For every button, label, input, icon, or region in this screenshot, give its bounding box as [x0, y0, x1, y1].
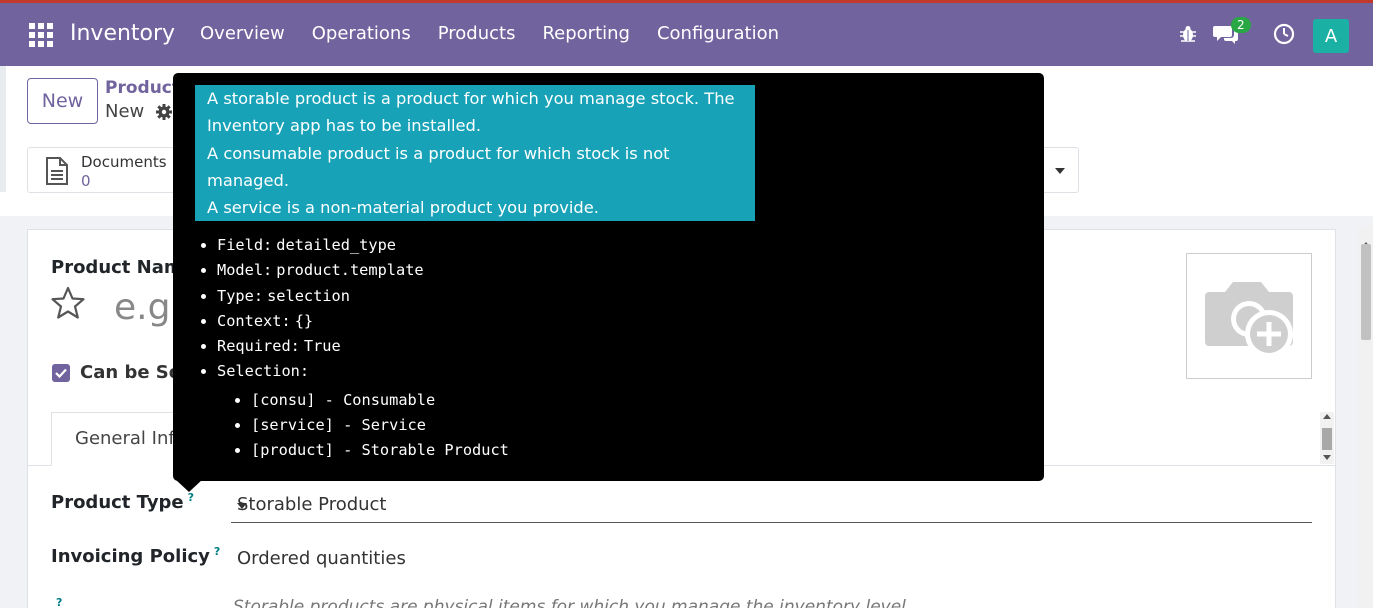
tooltip-arrow — [175, 479, 203, 492]
left-edge — [0, 66, 6, 192]
selection-item: [product] - Storable Product — [251, 438, 509, 463]
new-button[interactable]: New — [27, 78, 98, 124]
record-name: New — [105, 101, 145, 122]
invoicing-policy-value[interactable]: Ordered quantities — [237, 548, 406, 569]
camera-plus-icon — [1205, 282, 1293, 358]
meta-item: Field:detailed_type — [217, 233, 424, 258]
meta-item: Model:product.template — [217, 258, 424, 283]
help-line: A service is a non-material product you … — [207, 198, 599, 218]
help-line: managed. — [207, 170, 289, 190]
scroll-down-icon[interactable] — [1323, 455, 1331, 460]
invoicing-policy-label: Invoicing Policy? — [51, 545, 221, 567]
tabs-scrollbar[interactable] — [1320, 412, 1334, 464]
breadcrumb-product[interactable]: Product — [105, 78, 180, 98]
chevron-down-icon — [1055, 168, 1065, 174]
help-icon[interactable]: ? — [214, 545, 220, 558]
can-be-sold-checkbox[interactable] — [52, 364, 70, 382]
page-scrollbar[interactable] — [1358, 226, 1373, 608]
meta-item: Selection: — [217, 359, 424, 384]
chevron-down-icon — [237, 503, 247, 509]
app-brand[interactable]: Inventory — [70, 21, 175, 46]
clock-icon[interactable] — [1273, 23, 1295, 45]
documents-label: Documents — [81, 153, 167, 171]
help-line: A consumable product is a product for wh… — [207, 143, 670, 163]
main-menu: Overview Operations Products Reporting C… — [200, 23, 806, 44]
gear-icon[interactable] — [155, 103, 173, 121]
storable-note: Storable products are physical items for… — [233, 597, 912, 608]
selection-item: [consu] - Consumable — [251, 388, 509, 413]
field-tooltip: A storable product is a product for whic… — [173, 73, 1044, 492]
documents-count: 0 — [81, 172, 91, 190]
user-avatar[interactable]: A — [1313, 19, 1349, 53]
menu-overview[interactable]: Overview — [200, 23, 285, 44]
meta-item: Context:{} — [217, 309, 424, 334]
top-navbar: Inventory Overview Operations Products R… — [0, 0, 1373, 66]
help-icon[interactable]: ? — [188, 491, 194, 504]
product-type-value: Storable Product — [237, 494, 387, 515]
menu-configuration[interactable]: Configuration — [657, 23, 779, 44]
document-icon — [46, 157, 68, 185]
menu-reporting[interactable]: Reporting — [542, 23, 630, 44]
check-icon — [55, 368, 67, 379]
scroll-thumb[interactable] — [1361, 244, 1371, 340]
help-icon[interactable]: ? — [56, 596, 62, 608]
tooltip-help-text: A storable product is a product for whic… — [195, 85, 755, 221]
selection-item: [service] - Service — [251, 413, 509, 438]
chat-count-badge: 2 — [1231, 17, 1251, 33]
product-image-upload[interactable] — [1186, 253, 1312, 379]
meta-item: Required:True — [217, 334, 424, 359]
app-menu-icon[interactable] — [29, 23, 53, 47]
scroll-up-icon[interactable] — [1323, 414, 1331, 419]
tooltip-meta-list: Field:detailed_type Model:product.templa… — [217, 233, 424, 385]
help-line: A storable product is a product for whic… — [207, 89, 735, 108]
tooltip-selection-list: [consu] - Consumable [service] - Service… — [251, 388, 509, 463]
product-name-input[interactable]: e.g. — [114, 287, 182, 328]
bug-icon[interactable] — [1178, 24, 1198, 44]
meta-item: Type:selection — [217, 284, 424, 309]
documents-smart-button[interactable]: Documents 0 — [27, 147, 177, 193]
tab-general-information[interactable]: General Information — [51, 412, 256, 466]
menu-products[interactable]: Products — [438, 23, 516, 44]
product-type-label: Product Type? — [51, 491, 195, 513]
product-type-select[interactable]: Storable Product — [231, 488, 1312, 523]
help-line: Inventory app has to be installed. — [207, 116, 482, 136]
scroll-thumb[interactable] — [1322, 428, 1332, 450]
star-icon[interactable] — [50, 285, 86, 321]
menu-operations[interactable]: Operations — [312, 23, 411, 44]
